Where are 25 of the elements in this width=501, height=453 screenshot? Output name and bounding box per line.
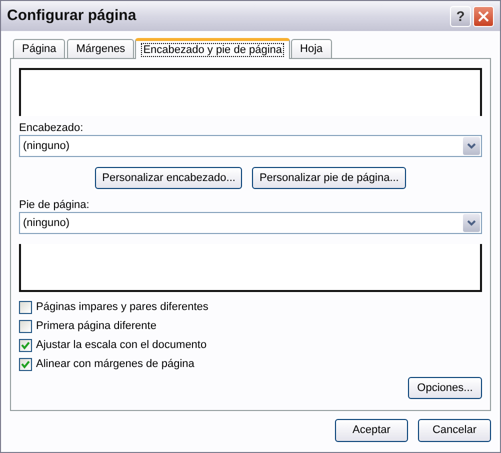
customize-button[interactable]: Personalizar encabezado... <box>95 167 242 189</box>
footer-label: Pie de página: <box>19 198 90 212</box>
dropdown[interactable]: (ninguno) <box>19 135 482 157</box>
options-button[interactable]: Opciones... <box>408 377 482 399</box>
dialog-button[interactable]: Aceptar <box>335 419 408 442</box>
dropdown[interactable]: (ninguno) <box>19 212 482 234</box>
checkbox-label: Páginas impares y pares diferentes <box>36 300 208 315</box>
tab[interactable]: Encabezado y pie de página <box>135 38 290 59</box>
checkbox[interactable] <box>19 358 32 370</box>
checkbox-label: Alinear con márgenes de página <box>36 356 194 372</box>
close-icon[interactable] <box>478 10 489 22</box>
checkbox[interactable] <box>19 338 32 352</box>
checkbox-label: Primera página diferente <box>36 318 156 334</box>
header-label: Encabezado: <box>19 121 84 135</box>
help-button[interactable]: ? <box>450 6 471 26</box>
customize-button[interactable]: Personalizar pie de página... <box>252 167 406 189</box>
close-button[interactable] <box>473 6 494 26</box>
tab[interactable]: Márgenes <box>67 39 134 58</box>
tab[interactable]: Página <box>13 39 66 58</box>
checkbox[interactable] <box>19 320 32 332</box>
window-title: Configurar página <box>7 6 138 26</box>
checkbox[interactable] <box>19 300 32 314</box>
dialog-button[interactable]: Cancelar <box>418 419 491 442</box>
checkbox-label: Ajustar la escala con el documento <box>36 338 207 353</box>
tab[interactable]: Hoja <box>291 39 332 58</box>
